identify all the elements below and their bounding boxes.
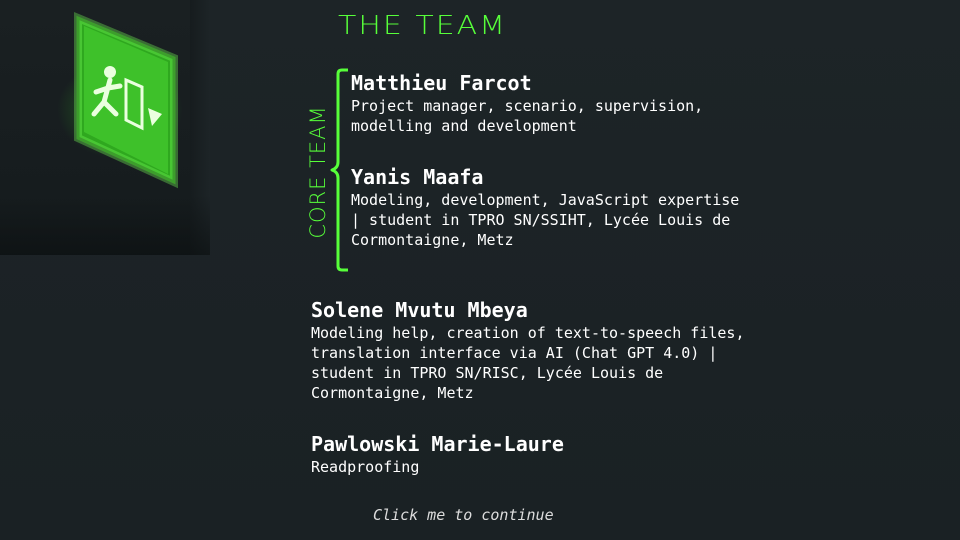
member-name: Matthieu Farcot <box>351 71 532 95</box>
page-title: The Team <box>338 11 508 41</box>
member-role: Modeling help, creation of text-to-speec… <box>311 324 745 402</box>
member-name: Solene Mvutu Mbeya <box>311 298 528 322</box>
emergency-exit-background-image <box>0 0 210 255</box>
core-team-label-text: Core Team <box>306 105 330 239</box>
emergency-exit-sign-icon <box>74 12 178 189</box>
member-role: Readproofing <box>311 458 420 476</box>
member-name: Pawlowski Marie-Laure <box>311 432 564 456</box>
core-team-bracket-icon <box>330 68 348 272</box>
member-name: Yanis Maafa <box>351 165 484 189</box>
team-member: Yanis Maafa Modeling, development, JavaS… <box>351 164 911 250</box>
member-role: Modeling, development, JavaScript expert… <box>351 191 740 249</box>
team-member: Pawlowski Marie-Laure Readproofing <box>311 431 931 477</box>
team-member: Matthieu Farcot Project manager, scenari… <box>351 70 911 136</box>
member-role: Project manager, scenario, supervision, … <box>351 97 704 135</box>
team-credits-screen[interactable]: The Team Core Team Matthieu Farcot Proje… <box>0 0 960 540</box>
team-member: Solene Mvutu Mbeya Modeling help, creati… <box>311 297 931 403</box>
continue-prompt[interactable]: Click me to continue <box>373 506 554 524</box>
